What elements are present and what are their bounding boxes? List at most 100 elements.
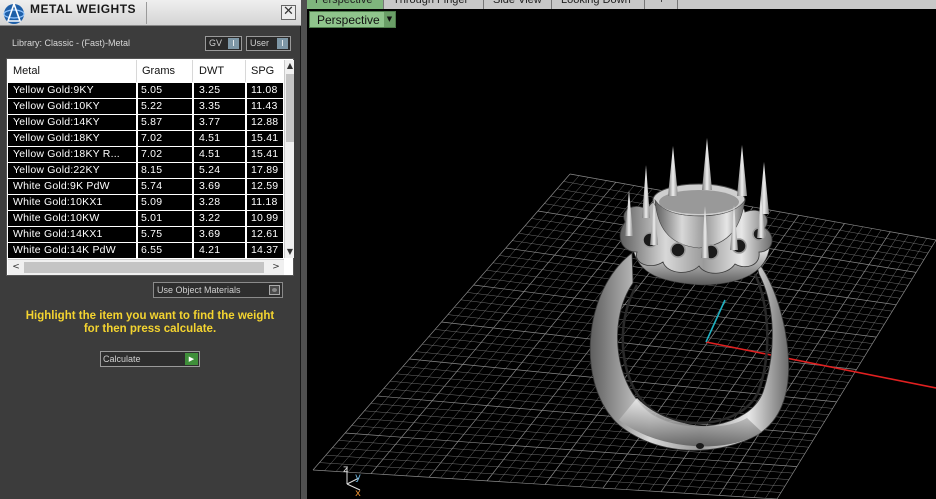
column-header-metal[interactable]: Metal [13, 65, 40, 77]
table-row[interactable]: White Gold:14KX1 5.75 3.69 12.61 [8, 227, 283, 242]
triad-x-label: x [355, 488, 361, 499]
column-header-grams[interactable]: Grams [142, 65, 175, 77]
grid-line [312, 469, 778, 499]
ring-hole-icon [696, 443, 704, 449]
chevron-down-icon[interactable]: ▼ [384, 12, 395, 27]
table-row[interactable]: Yellow Gold:9KY 5.05 3.25 11.08 [8, 83, 283, 98]
table-row[interactable]: White Gold:9K PdW 5.74 3.69 12.59 [8, 179, 283, 194]
cell-spg: 12.61 [251, 228, 279, 240]
cell-spg: 10.99 [251, 212, 279, 224]
column-divider [136, 82, 138, 258]
user-toggle[interactable]: User I [246, 36, 291, 51]
grid-line [454, 307, 865, 357]
cell-metal: White Gold:10KW [13, 212, 100, 224]
cell-metal: Yellow Gold:22KY [13, 164, 100, 176]
scroll-left-icon[interactable]: < [10, 261, 22, 274]
tab-looking-down[interactable]: Looking Down [553, 0, 645, 9]
table-body: Yellow Gold:9KY 5.05 3.25 11.08 Yellow G… [8, 82, 283, 258]
cell-dwt: 3.28 [199, 196, 221, 208]
cell-spg: 14.37 [251, 244, 279, 256]
title-divider [146, 2, 147, 24]
prong [668, 146, 678, 196]
table-row[interactable]: Yellow Gold:14KY 5.87 3.77 12.88 [8, 115, 283, 130]
grid-line [435, 329, 853, 377]
play-arrow-icon[interactable]: ▶ [185, 353, 198, 365]
scroll-down-icon[interactable]: ▼ [285, 246, 295, 258]
close-icon[interactable]: ✕ [281, 5, 296, 20]
add-tab-icon[interactable]: + [646, 0, 678, 9]
table-row[interactable]: White Gold:14K PdW 6.55 4.21 14.37 [8, 243, 283, 258]
table-row[interactable]: White Gold:10KW 5.01 3.22 10.99 [8, 211, 283, 226]
cell-grams: 5.05 [141, 84, 163, 96]
vertical-scrollbar[interactable]: ▲ ▼ [284, 60, 294, 258]
scroll-up-icon[interactable]: ▲ [285, 60, 295, 72]
panel-titlebar[interactable]: METAL WEIGHTS ✕ [0, 0, 301, 26]
3d-viewport[interactable]: z y x Perspective Through Finger Side Vi… [307, 0, 936, 499]
cell-grams: 5.87 [141, 116, 163, 128]
app-logo-icon [3, 1, 25, 24]
cell-grams: 5.74 [141, 180, 163, 192]
cell-metal: White Gold:14K PdW [13, 244, 116, 256]
use-object-materials-checkbox[interactable]: Use Object Materials [153, 282, 283, 298]
prong [737, 145, 747, 196]
cell-metal: White Gold:9K PdW [13, 180, 110, 192]
cell-metal: White Gold:10KX1 [13, 196, 103, 208]
view-mode-dropdown[interactable]: Perspective ▼ [309, 11, 396, 28]
cell-dwt: 3.69 [199, 180, 221, 192]
gallery-hole [670, 242, 686, 258]
prong [702, 138, 712, 190]
cell-grams: 5.09 [141, 196, 163, 208]
horizontal-scrollbar[interactable]: < > [8, 259, 284, 275]
user-toggle-label: User [250, 38, 270, 48]
tab-perspective[interactable]: Perspective [307, 0, 384, 9]
cell-metal: Yellow Gold:9KY [13, 84, 94, 96]
vertical-scroll-thumb[interactable] [286, 74, 294, 142]
cell-grams: 6.55 [141, 244, 163, 256]
cell-spg: 15.41 [251, 132, 279, 144]
cell-spg: 12.88 [251, 116, 279, 128]
table-row[interactable]: White Gold:10KX1 5.09 3.28 11.18 [8, 195, 283, 210]
cell-dwt: 4.21 [199, 244, 221, 256]
cell-dwt: 3.35 [199, 100, 221, 112]
cell-grams: 5.75 [141, 228, 163, 240]
triad-y-label: y [355, 472, 361, 483]
table-row[interactable]: Yellow Gold:18KY R... 7.02 4.51 15.41 [8, 147, 283, 162]
table-row[interactable]: Yellow Gold:10KY 5.22 3.35 11.43 [8, 99, 283, 114]
instruction-line-1: Highlight the item you want to find the … [25, 310, 275, 322]
view-mode-label: Perspective [317, 13, 380, 27]
table-header: Metal Grams DWT SPG [8, 60, 283, 82]
triad-z-label: z [343, 464, 348, 475]
tab-side-view[interactable]: Side View [485, 0, 552, 9]
table-row[interactable]: Yellow Gold:22KY 8.15 5.24 17.89 [8, 163, 283, 178]
column-divider [192, 60, 193, 82]
cell-spg: 11.18 [251, 196, 278, 208]
ring-model[interactable] [589, 138, 790, 451]
column-header-spg[interactable]: SPG [251, 65, 274, 77]
gv-toggle[interactable]: GV I [205, 36, 242, 51]
column-header-dwt[interactable]: DWT [199, 65, 224, 77]
cell-grams: 7.02 [141, 132, 163, 144]
column-divider [136, 60, 137, 82]
y-axis-line [705, 299, 726, 343]
view-tabbar: Perspective Through Finger Side View Loo… [307, 0, 936, 9]
panel-title: METAL WEIGHTS [30, 2, 137, 16]
cell-grams: 5.01 [141, 212, 163, 224]
cell-dwt: 3.22 [199, 212, 221, 224]
calculate-button[interactable]: Calculate ▶ [100, 351, 200, 367]
scroll-right-icon[interactable]: > [270, 261, 282, 274]
checkbox-icon[interactable] [269, 285, 280, 295]
metal-weights-table: Metal Grams DWT SPG Yellow Gold:9KY 5.05… [6, 58, 294, 276]
table-row[interactable]: Yellow Gold:18KY 7.02 4.51 15.41 [8, 131, 283, 146]
cell-dwt: 3.69 [199, 228, 221, 240]
prong [642, 165, 650, 218]
grid-line [480, 277, 881, 331]
grid-line [467, 292, 873, 344]
cell-dwt: 3.25 [199, 84, 221, 96]
3d-scene[interactable]: z y x [307, 0, 936, 499]
cell-spg: 11.08 [251, 84, 278, 96]
column-divider [192, 82, 194, 258]
tab-through-finger[interactable]: Through Finger [385, 0, 484, 9]
horizontal-scroll-thumb[interactable] [24, 262, 264, 273]
grid-line [332, 447, 789, 480]
gv-toggle-label: GV [209, 38, 223, 48]
